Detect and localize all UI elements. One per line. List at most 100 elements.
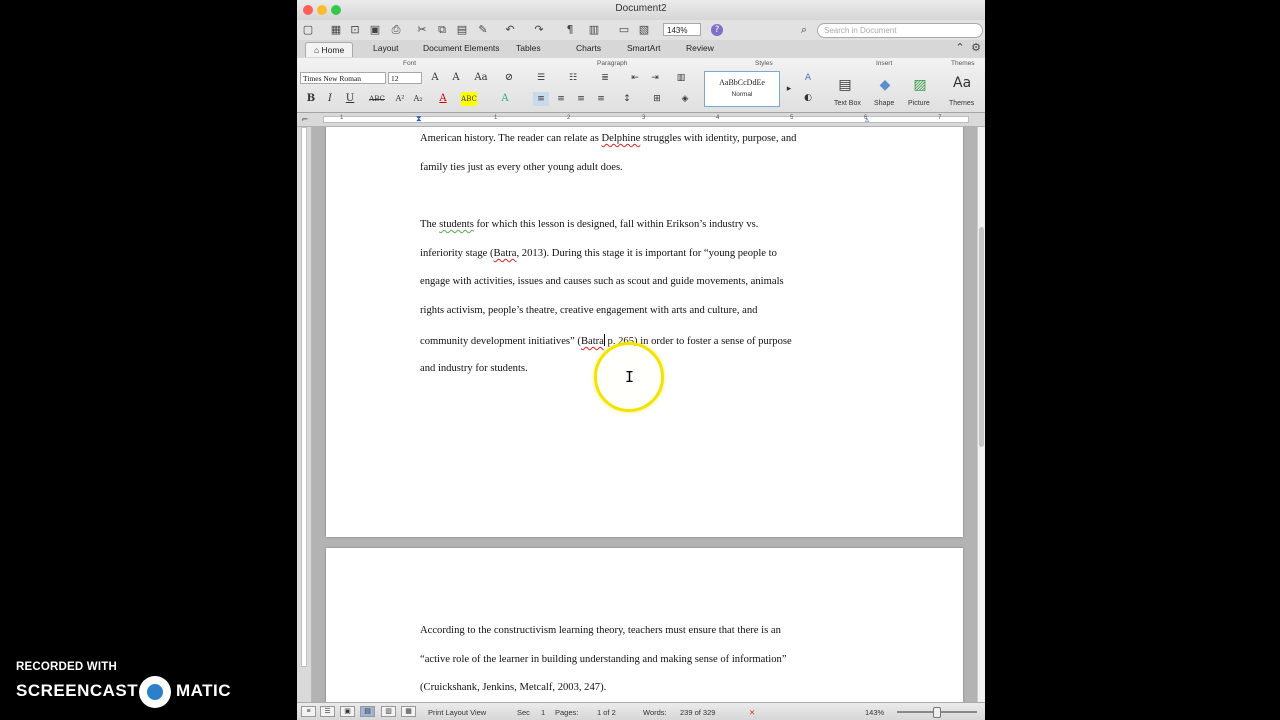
styles-pane-icon[interactable]: A — [800, 71, 816, 85]
borders-icon[interactable]: ⊞ — [649, 92, 665, 106]
help-icon[interactable]: ? — [711, 24, 723, 36]
grow-font-icon[interactable]: A — [427, 71, 443, 85]
pages-value[interactable]: 1 of 2 — [597, 708, 616, 717]
text-effects-button[interactable]: A — [497, 92, 513, 106]
decrease-indent-icon[interactable]: ⇤ — [627, 71, 643, 85]
line-spacing-icon[interactable]: ↕ — [619, 92, 635, 106]
ibeam-cursor-icon: I — [625, 368, 635, 386]
justify-button[interactable]: ≡ — [593, 92, 609, 106]
group-label-themes: Themes — [951, 60, 975, 67]
insert-picture-label[interactable]: Picture — [908, 100, 930, 107]
publishing-view-icon[interactable]: ▣ — [340, 706, 355, 717]
ruler-number: 7 — [938, 115, 942, 121]
save-icon[interactable]: ▣ — [368, 23, 382, 37]
paste-icon[interactable]: ▤ — [455, 23, 469, 37]
tab-home[interactable]: ⌂ Home — [305, 42, 354, 57]
view-icon[interactable]: ▭ — [617, 23, 631, 37]
scrollbar-thumb[interactable] — [979, 227, 984, 447]
sidebar-icon[interactable]: ▥ — [587, 23, 601, 37]
text-line: inferiority stage (Batra, 2013). During … — [420, 248, 777, 259]
page-1[interactable]: American history. The reader can relate … — [326, 127, 963, 537]
print-layout-view-icon[interactable]: ▤ — [360, 706, 375, 717]
vertical-scrollbar[interactable] — [977, 127, 985, 702]
format-painter-icon[interactable]: ✎ — [476, 23, 490, 37]
style-normal[interactable]: AaBbCcDdEe Normal — [704, 71, 780, 107]
vertical-ruler-track — [301, 127, 307, 667]
redo-icon[interactable]: ↷ — [532, 23, 546, 37]
zoom-slider-thumb[interactable] — [933, 707, 941, 718]
right-indent-marker-icon[interactable]: ▵ — [865, 115, 869, 124]
tab-smartart[interactable]: SmartArt — [627, 43, 661, 53]
ruler-number: 1 — [494, 115, 498, 121]
font-name-select[interactable]: Times New Roman — [300, 72, 386, 84]
horizontal-ruler[interactable]: ⌐ 1 1 2 3 4 5 6 7 ⧗ ▵ — [297, 113, 985, 127]
font-color-button[interactable]: A — [435, 92, 451, 106]
shading-icon[interactable]: ◈ — [677, 92, 693, 106]
copy-icon[interactable]: ⧉ — [435, 23, 449, 37]
shrink-font-icon[interactable]: A — [448, 71, 464, 85]
themes-label[interactable]: Themes — [949, 100, 974, 107]
bold-button[interactable]: B — [303, 92, 319, 106]
tab-stop-icon[interactable]: ⌐ — [299, 113, 311, 125]
zoom-field[interactable]: 143% — [663, 23, 701, 36]
indent-marker-icon[interactable]: ⧗ — [416, 114, 422, 124]
cut-icon[interactable]: ✂ — [415, 23, 429, 37]
undo-icon[interactable]: ↶ — [503, 23, 517, 37]
notebook-view-icon[interactable]: ▥ — [381, 706, 396, 717]
search-icon[interactable]: ⌕ — [797, 23, 811, 37]
gallery-icon[interactable]: ▧ — [637, 23, 651, 37]
tab-document-elements[interactable]: Document Elements — [423, 43, 500, 53]
standard-toolbar: ▢ ▦ ⊡ ▣ ⎙ ✂ ⧉ ▤ ✎ ↶ ↷ ¶ ▥ ▭ ▧ 143% ? ⌕ S… — [297, 20, 985, 40]
numbering-icon[interactable]: ☷ — [565, 71, 581, 85]
change-case-icon[interactable]: Aa — [473, 71, 489, 85]
italic-button[interactable]: I — [322, 92, 338, 106]
document-canvas[interactable]: American history. The reader can relate … — [312, 127, 977, 702]
templates-icon[interactable]: ▦ — [329, 23, 343, 37]
group-label-paragraph: Paragraph — [597, 60, 628, 67]
highlight-button[interactable]: ABC — [461, 92, 477, 106]
picture-icon[interactable]: ▨ — [912, 78, 928, 92]
ruler-number: 4 — [716, 115, 720, 121]
tab-layout[interactable]: Layout — [373, 43, 399, 53]
gear-icon[interactable]: ⚙ — [969, 41, 983, 55]
tab-review[interactable]: Review — [686, 43, 714, 53]
view-name: Print Layout View — [428, 708, 487, 717]
text-box-icon[interactable]: ▤ — [837, 78, 853, 92]
align-right-button[interactable]: ≡ — [573, 92, 589, 106]
tab-charts[interactable]: Charts — [576, 43, 601, 53]
clear-formatting-icon[interactable]: ⊘ — [501, 71, 517, 85]
new-document-icon[interactable]: ▢ — [301, 23, 315, 37]
align-left-button[interactable]: ≡ — [533, 92, 549, 106]
focus-view-icon[interactable]: ▦ — [401, 706, 416, 717]
text-line: American history. The reader can relate … — [420, 133, 797, 144]
multilevel-list-icon[interactable]: ≣ — [597, 71, 613, 85]
title-bar: Document2 — [297, 0, 985, 21]
outline-view-icon[interactable]: ☰ — [320, 706, 335, 717]
tab-tables[interactable]: Tables — [516, 43, 541, 53]
insert-text-box-label[interactable]: Text Box — [834, 100, 861, 107]
insert-shape-label[interactable]: Shape — [874, 100, 894, 107]
section-label: Sec — [517, 708, 530, 717]
shape-icon[interactable]: ◆ — [877, 78, 893, 92]
draft-view-icon[interactable]: ≡ — [301, 706, 316, 717]
themes-icon[interactable]: Aa — [953, 76, 971, 90]
bullets-icon[interactable]: ☰ — [533, 71, 549, 85]
words-value[interactable]: 239 of 329 — [680, 708, 715, 717]
collapse-ribbon-icon[interactable]: ⌃ — [953, 41, 967, 55]
subscript-button[interactable]: A₂ — [410, 92, 426, 106]
spelling-icon[interactable]: ✕ — [749, 708, 755, 717]
page-2[interactable]: According to the constructivism learning… — [326, 548, 963, 702]
open-icon[interactable]: ⊡ — [348, 23, 362, 37]
style-sets-icon[interactable]: ◐ — [800, 91, 816, 105]
print-icon[interactable]: ⎙ — [389, 23, 403, 37]
increase-indent-icon[interactable]: ⇥ — [647, 71, 663, 85]
show-formatting-icon[interactable]: ¶ — [563, 23, 577, 37]
strikethrough-button[interactable]: ABC — [369, 92, 385, 106]
styles-next-icon[interactable]: ▸ — [781, 82, 797, 96]
align-center-button[interactable]: ≡ — [553, 92, 569, 106]
columns-icon[interactable]: ▥ — [673, 71, 689, 85]
search-input[interactable]: Search in Document — [817, 23, 983, 38]
font-size-select[interactable]: 12 — [388, 72, 422, 84]
superscript-button[interactable]: A² — [392, 92, 408, 106]
underline-button[interactable]: U — [342, 92, 358, 106]
